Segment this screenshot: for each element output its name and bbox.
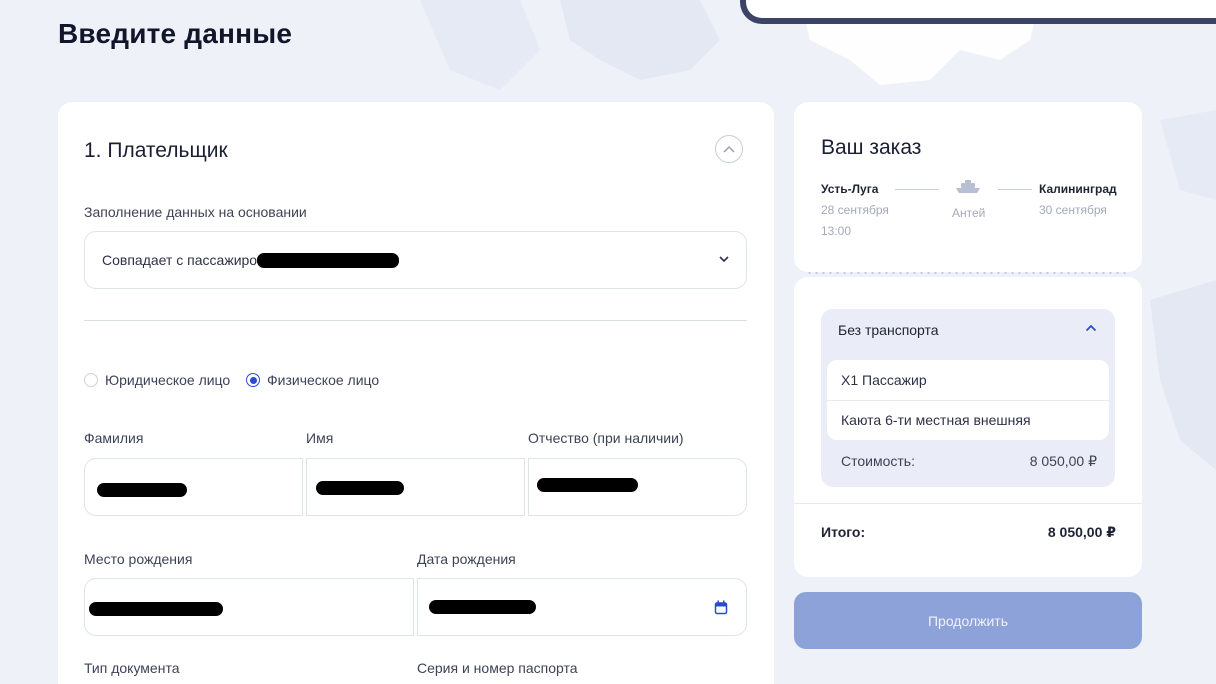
redacted-patronymic: [537, 478, 638, 492]
ticket-items-list: X1 Пассажир Каюта 6-ти местная внешняя: [827, 360, 1109, 440]
route-to-date: 30 сентября: [1039, 203, 1107, 217]
fill-basis-value: Совпадает с пассажиром: [102, 252, 267, 268]
birth-place-label: Место рождения: [84, 551, 193, 567]
continue-button[interactable]: Продолжить: [794, 592, 1142, 649]
payer-form-card: 1. Плательщик Заполнение данных на основ…: [58, 102, 774, 684]
route-line-right: [998, 189, 1032, 190]
chevron-up-icon[interactable]: [1085, 323, 1097, 333]
redacted-birth-date: [429, 600, 536, 614]
order-summary-card: Без транспорта X1 Пассажир Каюта 6-ти ме…: [794, 277, 1142, 577]
ticket-group-title: Без транспорта: [838, 322, 939, 338]
order-card: Ваш заказ Усть-Луга 28 сентября 13:00 Ан…: [794, 102, 1142, 272]
passport-label: Серия и номер паспорта: [417, 660, 578, 676]
redacted-first-name: [316, 481, 404, 495]
chevron-down-icon: [719, 256, 729, 263]
page-title: Введите данные: [58, 18, 293, 49]
first-name-label: Имя: [306, 430, 334, 446]
patronymic-input[interactable]: [528, 458, 747, 516]
calendar-icon[interactable]: [714, 600, 728, 615]
order-title: Ваш заказ: [821, 136, 922, 159]
fill-basis-select[interactable]: Совпадает с пассажиром: [84, 231, 747, 289]
payer-type-individual[interactable]: Физическое лицо: [246, 372, 379, 388]
route-from-date: 28 сентября: [821, 203, 889, 217]
radio-legal-entity-label: Юридическое лицо: [105, 372, 231, 388]
chevron-up-icon: [723, 145, 735, 153]
last-name-label: Фамилия: [84, 430, 144, 446]
route-from-city: Усть-Луга: [821, 182, 879, 196]
route-line-left: [895, 189, 939, 190]
total-label: Итого:: [821, 524, 866, 540]
patronymic-label: Отчество (при наличии): [528, 430, 684, 446]
birth-date-label: Дата рождения: [417, 551, 516, 567]
redacted-birth-place: [89, 602, 223, 616]
last-name-input[interactable]: [84, 458, 303, 516]
payer-type-legal[interactable]: Юридическое лицо: [84, 372, 230, 388]
radio-individual-label: Физическое лицо: [267, 372, 380, 388]
first-name-input[interactable]: [306, 458, 525, 516]
ticket-item-divider: [827, 400, 1109, 401]
ship-icon: [956, 180, 980, 193]
fill-basis-label: Заполнение данных на основании: [84, 204, 307, 220]
birth-place-input[interactable]: [84, 578, 414, 636]
ticket-group: Без транспорта X1 Пассажир Каюта 6-ти ме…: [821, 309, 1115, 487]
ticket-item: X1 Пассажир: [841, 372, 927, 388]
redacted-name: [257, 253, 399, 268]
vessel-name: Антей: [952, 206, 986, 220]
device-frame-decoration: [740, 0, 1216, 24]
cost-label: Стоимость:: [841, 453, 915, 469]
ticket-perforation: [806, 271, 1130, 275]
section-divider: [84, 320, 747, 321]
radio-legal-entity[interactable]: [84, 373, 98, 387]
collapse-section-button[interactable]: [715, 135, 743, 163]
cost-value: 8 050,00 ₽: [1029, 453, 1097, 469]
section-title-payer: 1. Плательщик: [84, 139, 228, 162]
total-value: 8 050,00 ₽: [1047, 524, 1116, 540]
doc-type-label: Тип документа: [84, 660, 180, 676]
redacted-last-name: [97, 483, 187, 497]
route-to-city: Калининград: [1039, 182, 1117, 196]
route-from-time: 13:00: [821, 224, 852, 238]
ticket-item: Каюта 6-ти местная внешняя: [841, 412, 1031, 428]
radio-individual[interactable]: [246, 373, 260, 387]
summary-divider: [794, 503, 1142, 504]
birth-date-input[interactable]: [417, 578, 747, 636]
